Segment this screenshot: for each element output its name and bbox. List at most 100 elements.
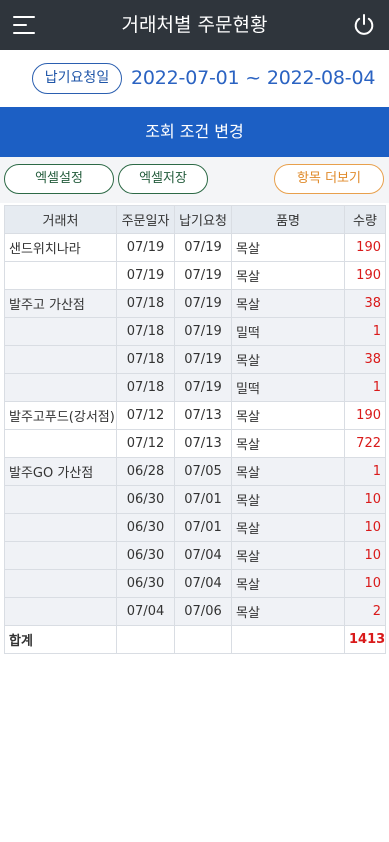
cell-order-date: 07/18 bbox=[116, 345, 175, 374]
change-search-condition-button[interactable]: 조회 조건 변경 bbox=[0, 107, 389, 157]
cell-quantity: 10 bbox=[344, 569, 386, 598]
action-button-row: 엑셀설정 엑셀저장 항목 더보기 bbox=[0, 157, 389, 203]
cell-item: 목살 bbox=[231, 597, 345, 626]
total-row: 합계 1413 bbox=[4, 625, 386, 654]
cell-item: 목살 bbox=[231, 569, 345, 598]
cell-quantity: 38 bbox=[344, 345, 386, 374]
table-header-row: 거래처 주문일자 납기요청 품명 수량 bbox=[4, 205, 386, 234]
table-row[interactable]: 06/30 07/01 목살 10 bbox=[4, 485, 386, 514]
app-bar: 거래처별 주문현황 bbox=[0, 0, 389, 50]
cell-customer bbox=[4, 373, 117, 402]
cell-quantity: 2 bbox=[344, 597, 386, 626]
cell-item: 목살 bbox=[231, 261, 345, 290]
cell-quantity: 10 bbox=[344, 513, 386, 542]
excel-save-button[interactable]: 엑셀저장 bbox=[118, 164, 208, 194]
table-row[interactable]: 07/18 07/19 밀떡 1 bbox=[4, 317, 386, 346]
table-row[interactable]: 07/19 07/19 목살 190 bbox=[4, 261, 386, 290]
cell-quantity: 10 bbox=[344, 485, 386, 514]
column-header-customer[interactable]: 거래처 bbox=[4, 205, 117, 234]
cell-order-date: 07/19 bbox=[116, 261, 175, 290]
cell-customer bbox=[4, 261, 117, 290]
total-empty-cell bbox=[174, 625, 232, 654]
cell-item: 밀떡 bbox=[231, 317, 345, 346]
table-row[interactable]: 발주고 가산점 07/18 07/19 목살 38 bbox=[4, 289, 386, 318]
column-header-due-date[interactable]: 납기요청 bbox=[174, 205, 232, 234]
cell-customer bbox=[4, 345, 117, 374]
cell-due-date: 07/19 bbox=[174, 289, 232, 318]
cell-due-date: 07/06 bbox=[174, 597, 232, 626]
total-empty-cell bbox=[116, 625, 175, 654]
cell-item: 목살 bbox=[231, 233, 345, 262]
cell-due-date: 07/13 bbox=[174, 401, 232, 430]
cell-quantity: 190 bbox=[344, 261, 386, 290]
total-label: 합계 bbox=[4, 625, 117, 654]
cell-due-date: 07/19 bbox=[174, 345, 232, 374]
cell-customer bbox=[4, 485, 117, 514]
cell-due-date: 07/01 bbox=[174, 485, 232, 514]
cell-customer: 샌드위치나라 bbox=[4, 233, 117, 262]
cell-due-date: 07/19 bbox=[174, 261, 232, 290]
cell-due-date: 07/13 bbox=[174, 429, 232, 458]
cell-order-date: 06/30 bbox=[116, 485, 175, 514]
table-row[interactable]: 06/30 07/04 목살 10 bbox=[4, 569, 386, 598]
cell-quantity: 1 bbox=[344, 457, 386, 486]
cell-order-date: 07/18 bbox=[116, 289, 175, 318]
date-filter-row: 납기요청일 2022-07-01 ~ 2022-08-04 bbox=[0, 50, 389, 107]
table-row[interactable]: 발주GO 가산점 06/28 07/05 목살 1 bbox=[4, 457, 386, 486]
due-date-filter-badge[interactable]: 납기요청일 bbox=[32, 63, 122, 94]
column-header-order-date[interactable]: 주문일자 bbox=[116, 205, 175, 234]
cell-customer: 발주고푸드(강서점) bbox=[4, 401, 117, 430]
cell-order-date: 06/28 bbox=[116, 457, 175, 486]
cell-order-date: 07/12 bbox=[116, 401, 175, 430]
cell-order-date: 07/18 bbox=[116, 373, 175, 402]
more-columns-button[interactable]: 항목 더보기 bbox=[274, 164, 384, 194]
total-empty-cell bbox=[231, 625, 345, 654]
power-icon[interactable] bbox=[352, 13, 376, 37]
date-range[interactable]: 2022-07-01 ~ 2022-08-04 bbox=[131, 64, 375, 92]
cell-item: 목살 bbox=[231, 345, 345, 374]
cell-due-date: 07/05 bbox=[174, 457, 232, 486]
cell-order-date: 07/19 bbox=[116, 233, 175, 262]
cell-order-date: 07/12 bbox=[116, 429, 175, 458]
cell-customer bbox=[4, 569, 117, 598]
table-row[interactable]: 07/04 07/06 목살 2 bbox=[4, 597, 386, 626]
cell-order-date: 07/04 bbox=[116, 597, 175, 626]
cell-quantity: 190 bbox=[344, 233, 386, 262]
cell-item: 목살 bbox=[231, 513, 345, 542]
cell-customer bbox=[4, 317, 117, 346]
cell-customer bbox=[4, 597, 117, 626]
cell-item: 목살 bbox=[231, 401, 345, 430]
cell-item: 목살 bbox=[231, 485, 345, 514]
cell-quantity: 38 bbox=[344, 289, 386, 318]
cell-quantity: 1 bbox=[344, 317, 386, 346]
table-row[interactable]: 06/30 07/01 목살 10 bbox=[4, 513, 386, 542]
cell-due-date: 07/19 bbox=[174, 317, 232, 346]
cell-due-date: 07/19 bbox=[174, 373, 232, 402]
excel-settings-button[interactable]: 엑셀설정 bbox=[4, 164, 114, 194]
table-row[interactable]: 샌드위치나라 07/19 07/19 목살 190 bbox=[4, 233, 386, 262]
table-row[interactable]: 06/30 07/04 목살 10 bbox=[4, 541, 386, 570]
cell-item: 밀떡 bbox=[231, 373, 345, 402]
table-row[interactable]: 발주고푸드(강서점) 07/12 07/13 목살 190 bbox=[4, 401, 386, 430]
cell-quantity: 190 bbox=[344, 401, 386, 430]
cell-customer bbox=[4, 429, 117, 458]
cell-customer bbox=[4, 541, 117, 570]
cell-quantity: 1 bbox=[344, 373, 386, 402]
cell-customer: 발주고 가산점 bbox=[4, 289, 117, 318]
cell-due-date: 07/04 bbox=[174, 569, 232, 598]
column-header-item[interactable]: 품명 bbox=[231, 205, 345, 234]
cell-order-date: 06/30 bbox=[116, 541, 175, 570]
cell-due-date: 07/01 bbox=[174, 513, 232, 542]
table-row[interactable]: 07/12 07/13 목살 722 bbox=[4, 429, 386, 458]
cell-customer bbox=[4, 513, 117, 542]
column-header-quantity[interactable]: 수량 bbox=[344, 205, 386, 234]
table-row[interactable]: 07/18 07/19 목살 38 bbox=[4, 345, 386, 374]
cell-customer: 발주GO 가산점 bbox=[4, 457, 117, 486]
table-row[interactable]: 07/18 07/19 밀떡 1 bbox=[4, 373, 386, 402]
cell-order-date: 06/30 bbox=[116, 513, 175, 542]
cell-quantity: 10 bbox=[344, 541, 386, 570]
page-title: 거래처별 주문현황 bbox=[121, 14, 268, 36]
total-quantity: 1413 bbox=[344, 625, 386, 654]
cell-order-date: 06/30 bbox=[116, 569, 175, 598]
cell-item: 목살 bbox=[231, 289, 345, 318]
